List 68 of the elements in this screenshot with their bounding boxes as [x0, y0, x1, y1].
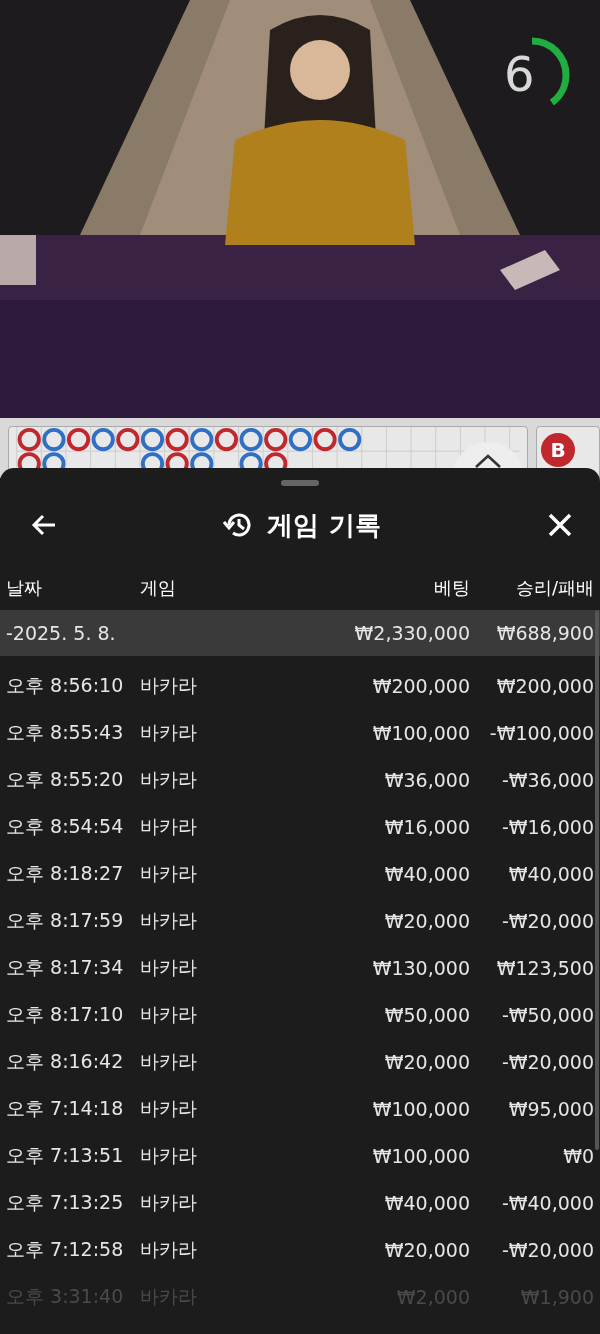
result-cell-text: -₩100,000	[488, 721, 594, 744]
result-cell-text: ₩95,000	[507, 1097, 594, 1120]
game-cell-text: 바카라	[140, 907, 198, 933]
game-cell-text: 바카라	[140, 813, 198, 839]
time-cell-text: 오후 7:13:51	[6, 1142, 125, 1168]
result-cell-text: ₩200,000	[495, 674, 594, 697]
scrollbar[interactable]	[595, 610, 599, 1150]
bet-cell-text: ₩50,000	[383, 1003, 470, 1026]
result-cell-text: -₩16,000	[500, 815, 594, 838]
bet-cell-text: ₩100,000	[371, 1097, 470, 1120]
time-cell-text: 오후 7:14:18	[6, 1095, 125, 1121]
game-cell-text: 바카라	[140, 1236, 198, 1262]
drag-handle[interactable]	[281, 480, 319, 486]
bet-cell-text: ₩100,000	[371, 1144, 470, 1167]
result-cell-text: -₩20,000	[500, 1238, 594, 1261]
bet-cell-text: ₩40,000	[383, 1191, 470, 1214]
column-header: 게임	[140, 576, 177, 600]
countdown-number: 6	[504, 50, 535, 98]
game-cell-text: 바카라	[140, 672, 198, 698]
game-cell-text: 바카라	[140, 1095, 198, 1121]
time-cell-text: 오후 8:17:59	[6, 907, 125, 933]
bet-cell-text: ₩100,000	[371, 721, 470, 744]
time-cell-text: 오후 8:17:34	[6, 954, 125, 980]
date-group-row[interactable]: -2025. 5. 8. ₩2,330,000 ₩688,900	[0, 610, 600, 656]
sheet-title: 게임 기록	[267, 508, 381, 542]
game-cell-text: 바카라	[140, 1142, 198, 1168]
bet-cell-text: ₩200,000	[371, 674, 470, 697]
column-header: 날짜	[6, 576, 43, 600]
time-cell-text: 오후 8:54:54	[6, 813, 125, 839]
column-header: 승리/패배	[514, 576, 594, 600]
chevron-up-icon	[473, 452, 503, 469]
group-result-total: ₩688,900	[495, 622, 594, 644]
time-cell-text: 오후 7:13:25	[6, 1189, 125, 1215]
bet-cell-text: ₩36,000	[383, 768, 470, 791]
group-date: -2025. 5. 8.	[6, 622, 117, 644]
bet-cell-text: ₩40,000	[383, 862, 470, 885]
bet-cell-text: ₩20,000	[383, 1050, 470, 1073]
time-cell-text: 오후 8:55:43	[6, 719, 125, 745]
time-cell-text: 오후 8:55:20	[6, 766, 125, 792]
result-cell-text: -₩20,000	[500, 909, 594, 932]
result-cell-text: ₩123,500	[495, 956, 594, 979]
game-cell-text: 바카라	[140, 860, 198, 886]
back-arrow-icon	[31, 514, 57, 536]
result-cell-text: ₩0	[562, 1144, 594, 1167]
result-cell-text: ₩40,000	[507, 862, 594, 885]
game-cell-text: 바카라	[140, 1048, 198, 1074]
bet-cell-text: ₩20,000	[383, 1238, 470, 1261]
result-cell-text: -₩50,000	[500, 1003, 594, 1026]
group-bet-total: ₩2,330,000	[353, 622, 470, 644]
time-cell-text: 오후 8:17:10	[6, 1001, 125, 1027]
game-cell-text: 바카라	[140, 766, 198, 792]
time-cell-text: 오후 8:56:10	[6, 672, 125, 698]
game-cell-text: 바카라	[140, 719, 198, 745]
time-cell-text: 오후 7:12:58	[6, 1236, 125, 1262]
result-cell-text: -₩36,000	[500, 768, 594, 791]
result-cell-text: -₩40,000	[500, 1191, 594, 1214]
result-cell-text: -₩20,000	[500, 1050, 594, 1073]
game-cell-text: 바카라	[140, 1001, 198, 1027]
bet-cell-text: ₩20,000	[383, 909, 470, 932]
close-icon	[548, 513, 572, 537]
time-cell-text: 오후 8:16:42	[6, 1048, 125, 1074]
bet-cell-text: ₩130,000	[371, 956, 470, 979]
column-header: 베팅	[433, 576, 470, 600]
time-cell-text: 오후 8:18:27	[6, 860, 125, 886]
banker-button[interactable]: B	[541, 433, 575, 467]
game-cell-text: 바카라	[140, 954, 198, 980]
bet-cell-text: ₩16,000	[383, 815, 470, 838]
game-cell-text: 바카라	[140, 1189, 198, 1215]
